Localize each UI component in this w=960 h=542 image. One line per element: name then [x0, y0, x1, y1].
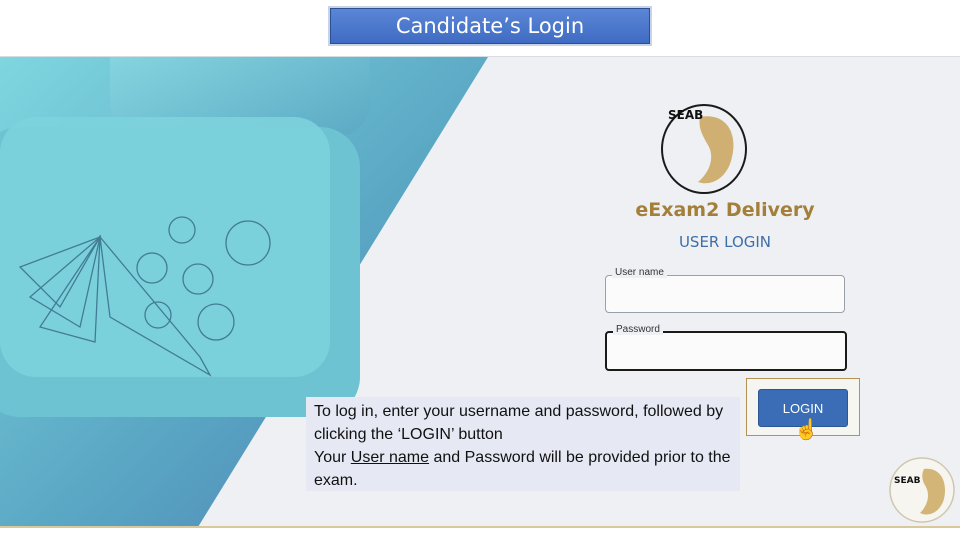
brand-name: eExam2 Delivery [635, 199, 815, 221]
username-field[interactable]: User name [605, 267, 848, 314]
password-input[interactable] [607, 333, 849, 371]
password-field[interactable]: Password [605, 324, 849, 371]
note-line-1: To log in, enter your username and passw… [314, 403, 724, 443]
password-label: Password [613, 324, 663, 335]
instruction-note: To log in, enter your username and passw… [306, 397, 740, 491]
svg-text:SEAB: SEAB [668, 108, 703, 122]
corner-seab-logo: SEAB [889, 457, 955, 523]
username-input[interactable] [606, 276, 848, 314]
note-line-2-pre: Your [314, 449, 351, 466]
svg-text:SEAB: SEAB [894, 476, 921, 486]
note-line-2: Your User name and Password will be prov… [314, 446, 732, 492]
username-label: User name [612, 267, 667, 278]
note-username-link: User name [350, 449, 430, 466]
seab-logo: SEAB [661, 104, 747, 194]
hand-cursor-icon: ☝ [794, 419, 819, 441]
slide-title: Candidate’s Login [330, 8, 650, 44]
login-screen: SEAB eExam2 Delivery USER LOGIN User nam… [0, 56, 960, 527]
user-login-heading: USER LOGIN [678, 233, 772, 251]
top-band: Candidate’s Login [0, 0, 960, 56]
